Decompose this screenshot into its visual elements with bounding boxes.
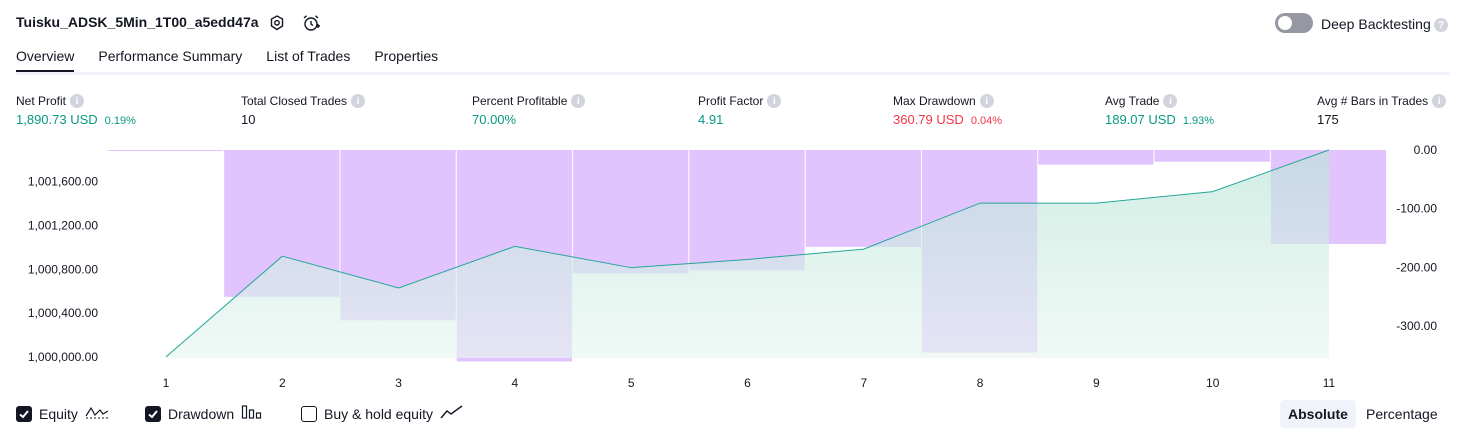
metric-label: Percent Profitable [472, 94, 568, 108]
tab-bar: Overview Performance Summary List of Tra… [16, 48, 462, 73]
info-icon[interactable]: i [351, 94, 366, 108]
strategy-title: Tuisku_ADSK_5Min_1T00_a5edd47a [16, 14, 259, 30]
info-icon[interactable]: i [70, 94, 85, 108]
metric-label: Total Closed Trades [241, 94, 348, 108]
percentage-button[interactable]: Percentage [1358, 400, 1446, 428]
info-icon[interactable]: i [1432, 94, 1447, 108]
y-left-tick-label: 1,001,200.00 [28, 219, 98, 233]
metric-label: Avg Trade [1105, 94, 1160, 108]
metric-value: 189.07 USD [1105, 112, 1176, 127]
drawdown-checkbox[interactable] [145, 405, 161, 422]
metric-label: Net Profit [16, 94, 67, 108]
legend-drawdown[interactable]: Drawdown [145, 404, 263, 423]
drawdown-bar [573, 150, 689, 274]
absolute-button[interactable]: Absolute [1280, 400, 1356, 428]
x-tick-label: 1 [163, 376, 170, 390]
legend-equity[interactable]: Equity [16, 404, 109, 423]
x-tick-label: 2 [279, 376, 286, 390]
x-tick-label: 5 [628, 376, 635, 390]
x-tick-label: 6 [744, 376, 751, 390]
x-tick-label: 8 [977, 376, 984, 390]
legend-buy-hold-label: Buy & hold equity [324, 405, 433, 422]
tab-overview[interactable]: Overview [16, 48, 75, 73]
equity-checkbox[interactable] [16, 405, 32, 422]
tab-list-of-trades[interactable]: List of Trades [266, 48, 350, 73]
metric-profit-factor: Profit Factor i 4.91 [698, 94, 782, 127]
y-right-tick-label: -300.00 [1396, 319, 1437, 333]
info-icon[interactable]: i [1163, 94, 1178, 108]
y-left-tick-label: 1,000,800.00 [28, 262, 98, 276]
metric-avg-trade: Avg Trade i 189.07 USD 1.93% [1105, 94, 1214, 127]
metric-label: Profit Factor [698, 94, 764, 108]
legend-buy-hold[interactable]: Buy & hold equity [301, 404, 464, 423]
metric-value: 10 [241, 112, 256, 127]
metric-max-drawdown: Max Drawdown i 360.79 USD 0.04% [893, 94, 1002, 127]
metric-percent: 0.04% [970, 115, 1003, 127]
metric-total-closed-trades: Total Closed Trades i 10 [241, 94, 366, 127]
metric-value: 360.79 USD [893, 112, 964, 127]
y-left-tick-label: 1,000,000.00 [28, 350, 98, 364]
tab-divider [16, 72, 1450, 75]
buy-hold-checkbox[interactable] [301, 405, 317, 422]
legend-equity-label: Equity [39, 405, 78, 422]
metric-value: 175 [1317, 112, 1339, 127]
equity-line-icon [85, 404, 109, 423]
equity-drawdown-chart[interactable]: 1,000,000.00 1,000,400.00 1,000,800.00 1,00… [0, 140, 1466, 395]
deep-backtesting-help-icon[interactable]: ? [1434, 18, 1448, 32]
info-icon[interactable]: i [767, 94, 782, 108]
y-right-tick-label: -100.00 [1396, 202, 1437, 216]
metric-net-profit: Net Profit i 1,890.73 USD 0.19% [16, 94, 136, 127]
drawdown-bar [1154, 150, 1270, 162]
settings-icon[interactable] [266, 12, 288, 34]
metric-percent-profitable: Percent Profitable i 70.00% [472, 94, 586, 127]
x-tick-label: 11 [1323, 376, 1336, 390]
metric-percent: 1.93% [1182, 115, 1215, 127]
x-tick-label: 7 [860, 376, 867, 390]
y-right-tick-label: -200.00 [1396, 260, 1437, 274]
metric-value: 4.91 [698, 112, 724, 127]
alarm-clock-icon[interactable] [300, 12, 322, 34]
y-left-tick-label: 1,000,400.00 [28, 306, 98, 320]
info-icon[interactable]: i [979, 94, 994, 108]
metric-avg-bars: Avg # Bars in Trades i 175 [1317, 94, 1447, 127]
drawdown-bar [689, 150, 805, 271]
x-tick-label: 10 [1206, 376, 1220, 390]
y-right-tick-label: 0.00 [1414, 143, 1438, 157]
drawdown-bar [107, 150, 224, 151]
legend-drawdown-label: Drawdown [168, 405, 235, 422]
deep-backtesting-toggle[interactable] [1275, 13, 1313, 33]
y-left-tick-label: 1,001,600.00 [28, 175, 98, 189]
deep-backtesting-label: Deep Backtesting [1321, 16, 1431, 32]
metric-value: 70.00% [472, 112, 517, 127]
drawdown-bar [1038, 150, 1154, 165]
x-tick-label: 3 [395, 376, 402, 390]
x-tick-label: 4 [512, 376, 519, 390]
x-tick-label: 9 [1093, 376, 1100, 390]
metric-value: 1,890.73 USD [16, 112, 98, 127]
metric-label: Avg # Bars in Trades [1317, 94, 1429, 108]
tab-properties[interactable]: Properties [374, 48, 438, 73]
info-icon[interactable]: i [571, 94, 586, 108]
metric-label: Max Drawdown [893, 94, 976, 108]
drawdown-bar [805, 150, 921, 247]
buy-hold-line-icon [440, 404, 464, 423]
toggle-knob [1278, 16, 1292, 30]
drawdown-bars-icon [241, 404, 263, 423]
tab-performance-summary[interactable]: Performance Summary [98, 48, 242, 73]
metric-percent: 0.19% [104, 115, 136, 127]
